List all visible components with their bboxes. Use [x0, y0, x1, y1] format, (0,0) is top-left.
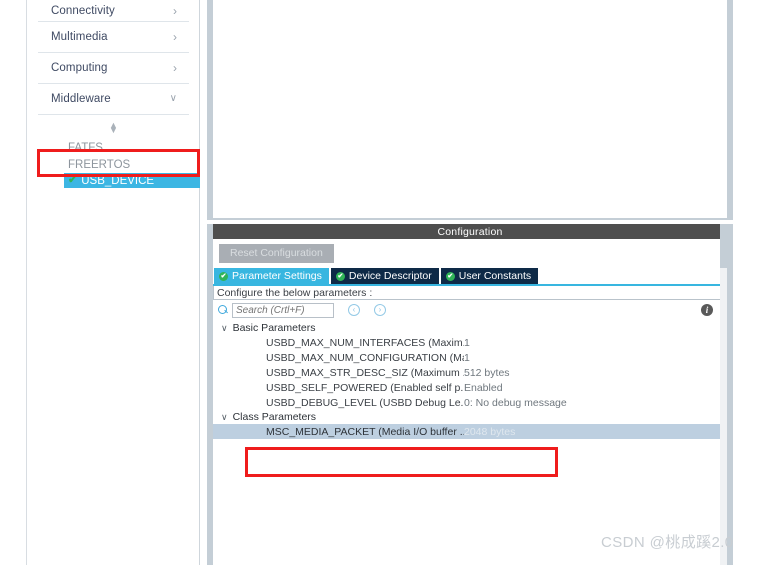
- left-gutter: [0, 0, 27, 565]
- sidebar-item-middleware[interactable]: Middleware ∨: [38, 84, 189, 115]
- main-region: Configuration Reset Configuration ✔ Para…: [201, 0, 777, 565]
- sidebar-item-label: FATFS: [68, 141, 103, 154]
- tree-group-class-parameters[interactable]: ∨ Class Parameters: [213, 410, 727, 424]
- parameter-name: USBD_SELF_POWERED (Enabled self p...: [266, 381, 464, 394]
- scroll-spinner[interactable]: ▲ ▼: [28, 117, 199, 139]
- tab-label: Device Descriptor: [348, 270, 432, 282]
- configuration-header-title: Configuration: [437, 225, 503, 238]
- sidebar-item-label: FREERTOS: [68, 158, 131, 171]
- tab-user-constants[interactable]: ✔ User Constants: [440, 268, 539, 284]
- configuration-header: Configuration: [213, 224, 727, 239]
- chevron-right-icon: ›: [173, 3, 177, 18]
- reset-bar: Reset Configuration: [213, 239, 727, 268]
- search-toolbar: ‹ › i: [213, 300, 727, 320]
- check-circle-icon: ✔: [445, 271, 455, 281]
- parameter-value: 1: [464, 336, 470, 349]
- sidebar-item-computing[interactable]: Computing ›: [38, 53, 189, 84]
- table-row[interactable]: USBD_SELF_POWERED (Enabled self p... Ena…: [213, 380, 727, 395]
- tab-label: Parameter Settings: [232, 270, 322, 282]
- tab-bar: ✔ Parameter Settings ✔ Device Descriptor…: [213, 268, 727, 284]
- table-row[interactable]: USBD_MAX_NUM_CONFIGURATION (Ma... 1: [213, 350, 727, 365]
- parameter-name: USBD_MAX_NUM_INTERFACES (Maxim...: [266, 336, 464, 349]
- info-icon[interactable]: i: [701, 304, 713, 316]
- spinner-arrows-icon: ▲ ▼: [109, 121, 118, 135]
- tree-group-basic-parameters[interactable]: ∨ Basic Parameters: [213, 321, 727, 335]
- parameter-value: 1: [464, 351, 470, 364]
- table-row[interactable]: MSC_MEDIA_PACKET (Media I/O buffer ... 2…: [213, 424, 727, 439]
- sidebar-item-label: Middleware: [51, 93, 111, 105]
- configuration-panel: Configuration Reset Configuration ✔ Para…: [207, 224, 733, 565]
- reset-configuration-button[interactable]: Reset Configuration: [219, 244, 334, 263]
- parameter-value: 0: No debug message: [464, 396, 567, 409]
- vertical-scrollbar[interactable]: [720, 224, 727, 565]
- component-sidebar: Connectivity › Multimedia › Computing › …: [28, 0, 200, 565]
- sidebar-item-connectivity[interactable]: Connectivity ›: [38, 0, 189, 22]
- sidebar-item-label: Connectivity: [51, 4, 115, 17]
- check-icon: ✔: [68, 174, 78, 186]
- sidebar-item-label: USB_DEVICE: [81, 174, 155, 187]
- parameter-tree: ∨ Basic Parameters USBD_MAX_NUM_INTERFAC…: [213, 320, 727, 439]
- parameter-value: 2048 bytes: [464, 425, 516, 438]
- chevron-right-icon: ›: [173, 61, 177, 75]
- pinout-view-panel: [207, 0, 733, 220]
- search-icon: [218, 304, 229, 316]
- tab-device-descriptor[interactable]: ✔ Device Descriptor: [330, 268, 439, 284]
- parameter-value: Enabled: [464, 381, 503, 394]
- chevron-down-icon: ∨: [221, 411, 228, 422]
- sidebar-item-multimedia[interactable]: Multimedia ›: [38, 22, 189, 53]
- tab-label: User Constants: [458, 270, 532, 282]
- configure-instruction-bar: Configure the below parameters :: [213, 286, 727, 300]
- check-circle-icon: ✔: [335, 271, 345, 281]
- sidebar-item-usb-device[interactable]: ✔ USB_DEVICE: [64, 173, 200, 188]
- watermark: CSDN @桃成蹊2.0: [601, 534, 734, 551]
- sidebar-item-freertos[interactable]: FREERTOS: [28, 156, 199, 173]
- table-row[interactable]: USBD_DEBUG_LEVEL (USBD Debug Le... 0: No…: [213, 395, 727, 410]
- table-row[interactable]: USBD_MAX_STR_DESC_SIZ (Maximum ... 512 b…: [213, 365, 727, 380]
- parameter-value: 512 bytes: [464, 366, 510, 379]
- sidebar-item-label: Multimedia: [51, 31, 108, 43]
- sidebar-item-fatfs[interactable]: FATFS: [28, 139, 199, 156]
- parameter-name: MSC_MEDIA_PACKET (Media I/O buffer ...: [266, 425, 464, 438]
- chevron-right-icon: ›: [173, 30, 177, 44]
- table-row[interactable]: USBD_MAX_NUM_INTERFACES (Maxim... 1: [213, 335, 727, 350]
- chevron-down-icon: ∨: [221, 322, 228, 333]
- search-input[interactable]: [232, 302, 334, 318]
- chevron-down-icon: ∨: [169, 93, 177, 104]
- parameter-name: USBD_MAX_STR_DESC_SIZ (Maximum ...: [266, 366, 464, 379]
- screen-root: Connectivity › Multimedia › Computing › …: [0, 0, 777, 565]
- scrollbar-thumb[interactable]: [720, 224, 727, 268]
- sidebar-item-label: Computing: [51, 62, 108, 74]
- check-circle-icon: ✔: [219, 271, 228, 281]
- tree-group-label: Class Parameters: [232, 411, 317, 423]
- parameter-name: USBD_DEBUG_LEVEL (USBD Debug Le...: [266, 396, 464, 409]
- tree-group-label: Basic Parameters: [232, 322, 316, 334]
- configure-instruction-text: Configure the below parameters :: [217, 286, 373, 299]
- spinner-down-arrow-icon: ▼: [109, 125, 118, 135]
- search-prev-icon[interactable]: ‹: [348, 304, 360, 316]
- parameter-name: USBD_MAX_NUM_CONFIGURATION (Ma...: [266, 351, 464, 364]
- search-next-icon[interactable]: ›: [374, 304, 386, 316]
- tab-parameter-settings[interactable]: ✔ Parameter Settings: [214, 268, 329, 284]
